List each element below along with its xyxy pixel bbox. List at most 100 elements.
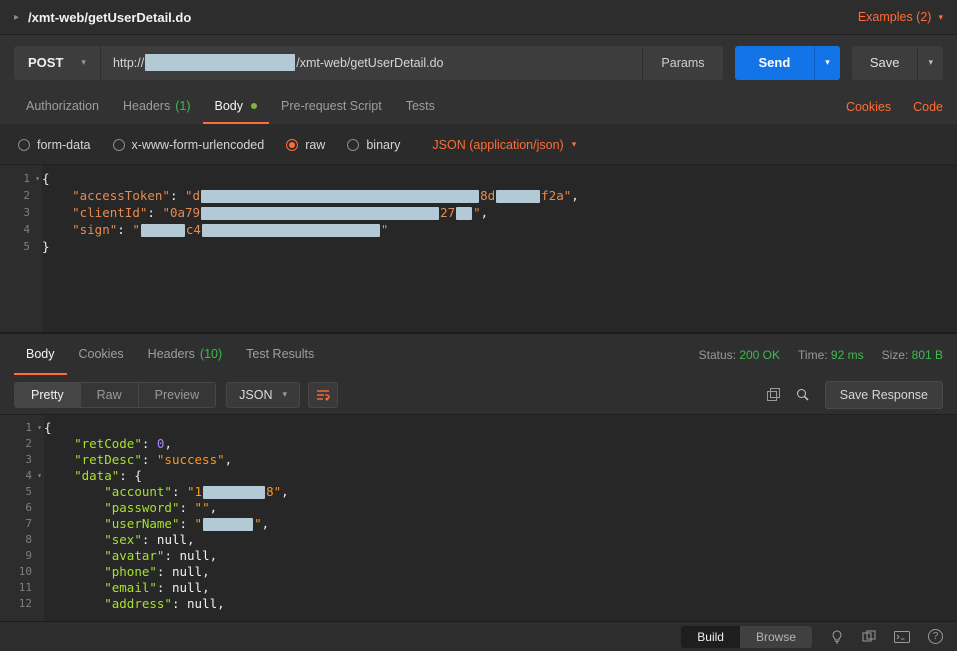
params-button[interactable]: Params <box>642 46 722 80</box>
tab-label: Headers <box>123 99 170 113</box>
time-badge: Time: 92 ms <box>798 348 864 362</box>
code-line: 10 "phone": null, <box>0 564 957 580</box>
code-line: 2 "accessToken": "d8df2a", <box>0 187 957 204</box>
disclosure-caret-icon[interactable]: ▸ <box>14 12 19 23</box>
radio-icon <box>347 139 359 151</box>
line-number: 2 <box>0 436 44 452</box>
request-body-editor[interactable]: 1▾{2 "accessToken": "d8df2a",3 "clientId… <box>0 165 957 333</box>
chevron-down-icon: ▾ <box>938 12 943 23</box>
two-pane-icon <box>862 630 876 644</box>
send-dropdown-caret[interactable]: ▾ <box>814 46 840 80</box>
redaction-block <box>203 486 265 499</box>
code-line: 3 "clientId": "0a7927", <box>0 204 957 221</box>
line-number: 10 <box>0 564 44 580</box>
url-input[interactable]: http:// /xmt-web/getUserDetail.do <box>101 46 642 80</box>
code-line: 1▾{ <box>0 420 957 436</box>
line-number: 6 <box>0 500 44 516</box>
send-button[interactable]: Send <box>735 46 815 80</box>
chevron-down-icon: ▾ <box>282 389 287 400</box>
tab-pre-request-script[interactable]: Pre-request Script <box>269 90 394 124</box>
examples-dropdown[interactable]: Examples (2) ▾ <box>858 10 943 24</box>
line-number: 4▾ <box>0 468 44 484</box>
radio-form-data[interactable]: form-data <box>18 138 91 152</box>
radio-x-www-form-urlencoded[interactable]: x-www-form-urlencoded <box>113 138 265 152</box>
send-split-button: Send ▾ <box>735 46 840 80</box>
code-link[interactable]: Code <box>913 100 943 114</box>
fold-toggle-icon[interactable]: ▾ <box>37 468 42 484</box>
tab-body[interactable]: Body <box>203 90 270 124</box>
body-type-row: form-data x-www-form-urlencoded raw bina… <box>0 125 957 165</box>
view-mode-segment: Pretty Raw Preview <box>14 382 216 408</box>
view-preview-button[interactable]: Preview <box>139 383 215 407</box>
view-pretty-button[interactable]: Pretty <box>15 383 81 407</box>
tab-label: Tests <box>406 99 435 113</box>
line-number: 1▾ <box>0 170 42 187</box>
tab-label: Pre-request Script <box>281 99 382 113</box>
request-title: /xmt-web/getUserDetail.do <box>28 10 191 25</box>
radio-binary[interactable]: binary <box>347 138 400 152</box>
code-line: 12 "address": null, <box>0 596 957 612</box>
response-tab-test-results[interactable]: Test Results <box>234 334 326 375</box>
line-number: 5 <box>0 238 42 255</box>
cookies-link[interactable]: Cookies <box>846 100 891 114</box>
tab-tests[interactable]: Tests <box>394 90 447 124</box>
line-number: 7 <box>0 516 44 532</box>
copy-response-button[interactable] <box>767 388 780 401</box>
response-format-dropdown[interactable]: JSON ▾ <box>226 382 300 408</box>
tab-label: Cookies <box>79 347 124 361</box>
help-button[interactable]: ? <box>928 629 943 644</box>
code-line: 6 "password": "", <box>0 500 957 516</box>
url-group: POST ▾ http:// /xmt-web/getUserDetail.do… <box>14 46 723 80</box>
tab-authorization[interactable]: Authorization <box>14 90 111 124</box>
radio-raw[interactable]: raw <box>286 138 325 152</box>
save-button[interactable]: Save <box>852 46 918 80</box>
save-response-button[interactable]: Save Response <box>825 381 943 409</box>
method-select[interactable]: POST ▾ <box>14 46 101 80</box>
code-line: 5} <box>0 238 957 255</box>
response-tab-cookies[interactable]: Cookies <box>67 334 136 375</box>
redaction-block <box>203 518 253 531</box>
line-number: 12 <box>0 596 44 612</box>
line-number: 2 <box>0 187 42 204</box>
response-tab-body[interactable]: Body <box>14 334 67 375</box>
line-number: 3 <box>0 452 44 468</box>
toolbar-right: Save Response <box>767 381 943 409</box>
two-pane-view-button[interactable] <box>862 630 876 644</box>
wrap-lines-icon <box>316 389 330 401</box>
content-type-label: JSON (application/json) <box>432 138 563 152</box>
radio-selected-icon <box>286 139 298 151</box>
console-icon <box>894 631 910 643</box>
view-raw-button[interactable]: Raw <box>81 383 139 407</box>
browse-toggle-button[interactable]: Browse <box>740 626 812 648</box>
content-type-dropdown[interactable]: JSON (application/json) ▾ <box>432 138 576 152</box>
radio-label: form-data <box>37 138 91 152</box>
code-line: 11 "email": null, <box>0 580 957 596</box>
tabs-right-links: Cookies Code <box>846 90 943 124</box>
help-icon: ? <box>928 629 943 644</box>
line-number: 11 <box>0 580 44 596</box>
chevron-down-icon: ▾ <box>572 139 577 150</box>
interceptor-button[interactable] <box>830 630 844 644</box>
build-browse-toggle: Build Browse <box>681 626 812 648</box>
response-body-editor[interactable]: 1▾{2 "retCode": 0,3 "retDesc": "success"… <box>0 415 957 621</box>
status-badge: Status: 200 OK <box>699 348 780 362</box>
save-split-button: Save ▾ <box>852 46 943 80</box>
build-toggle-button[interactable]: Build <box>681 626 740 648</box>
fold-toggle-icon[interactable]: ▾ <box>35 170 40 187</box>
code-line: 2 "retCode": 0, <box>0 436 957 452</box>
redaction-block <box>496 190 540 203</box>
fold-toggle-icon[interactable]: ▾ <box>37 420 42 436</box>
save-dropdown-caret[interactable]: ▾ <box>917 46 943 80</box>
tab-headers[interactable]: Headers (1) <box>111 90 203 124</box>
line-number: 8 <box>0 532 44 548</box>
code-line: 5 "account": "18", <box>0 484 957 500</box>
wrap-lines-button[interactable] <box>308 382 338 408</box>
search-response-button[interactable] <box>796 388 809 401</box>
console-button[interactable] <box>894 631 910 643</box>
code-line: 4▾ "data": { <box>0 468 957 484</box>
response-tab-headers[interactable]: Headers (10) <box>136 334 234 375</box>
postman-window: ▸ /xmt-web/getUserDetail.do Examples (2)… <box>0 0 957 651</box>
chevron-down-icon: ▾ <box>81 57 86 68</box>
code-line: 9 "avatar": null, <box>0 548 957 564</box>
request-tabs: Authorization Headers (1) Body Pre-reque… <box>0 90 957 125</box>
